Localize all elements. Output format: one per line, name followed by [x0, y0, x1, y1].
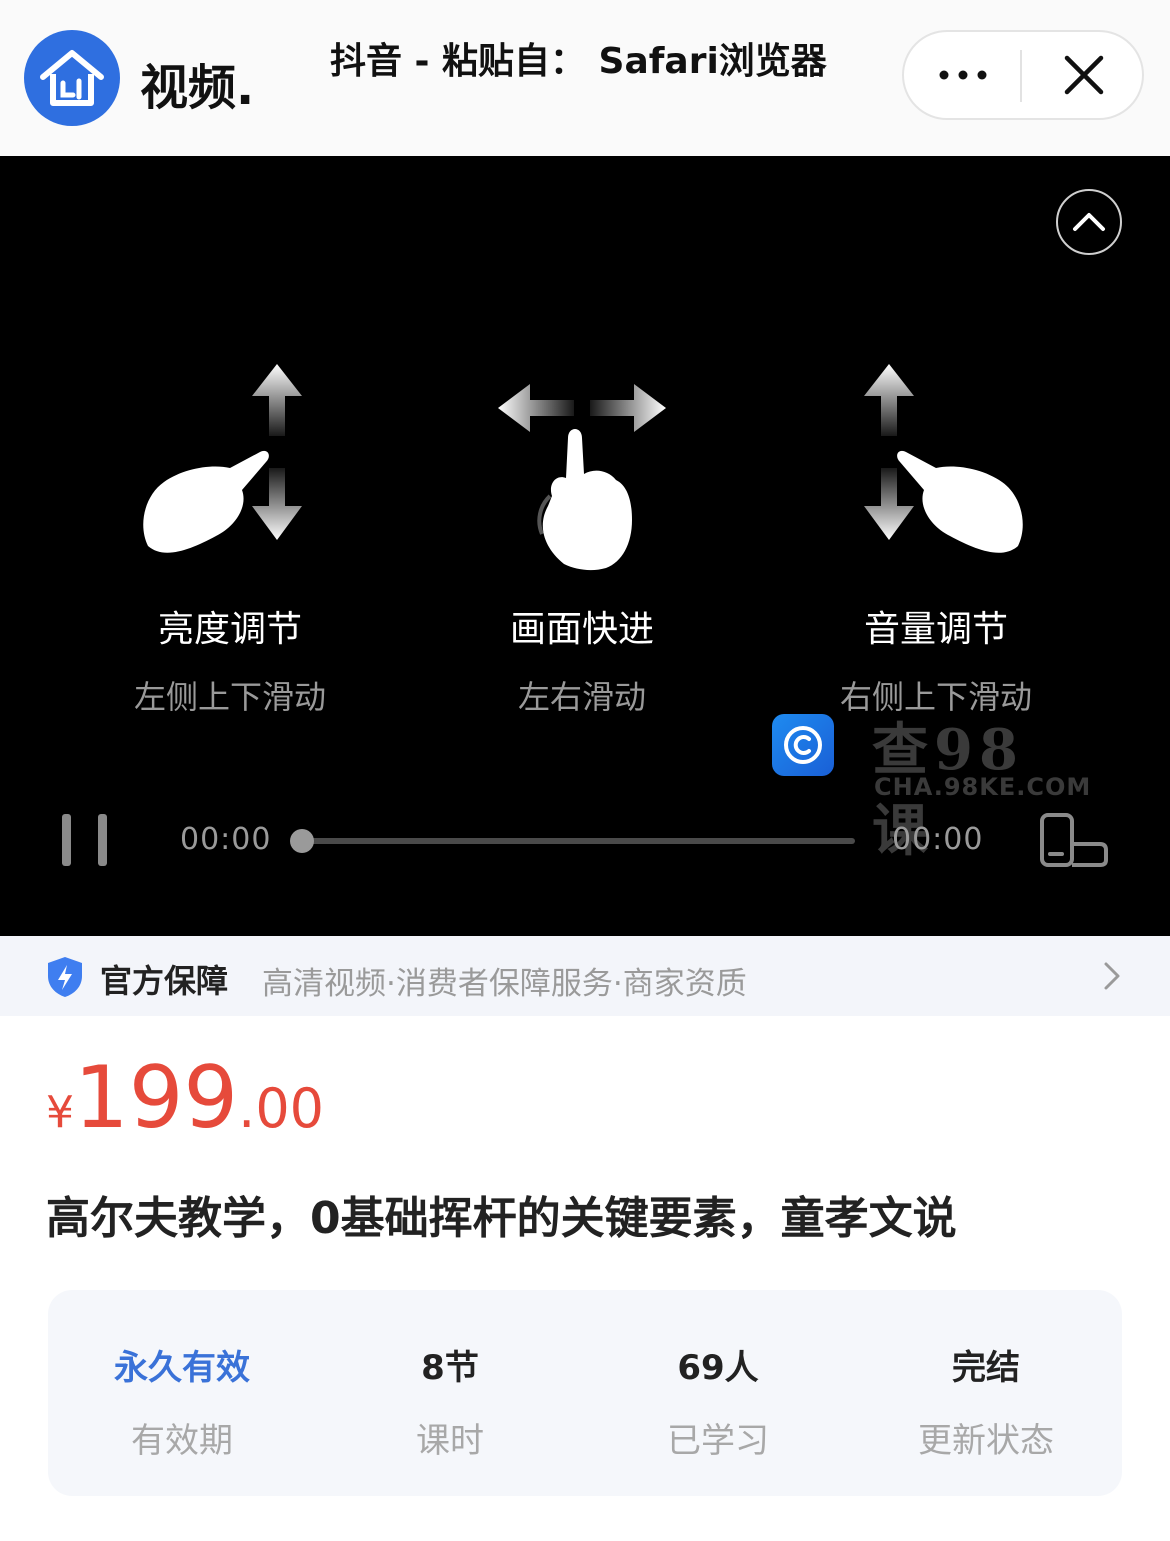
- gesture-title: 画面快进: [509, 609, 654, 650]
- chevron-up-icon: [1073, 213, 1105, 231]
- rotate-screen-icon: [1040, 813, 1108, 867]
- price: ¥199.00: [46, 1048, 324, 1148]
- stat-label: 已学习: [667, 1421, 769, 1461]
- swipe-horizontal-icon: [498, 384, 666, 571]
- watermark-logo-icon: [772, 714, 834, 776]
- pause-button[interactable]: [58, 814, 110, 870]
- gesture-title: 音量调节: [863, 609, 1008, 650]
- gesture-seek: 画面快进 左右滑动: [432, 356, 732, 718]
- more-button[interactable]: [904, 32, 1022, 118]
- top-header: 视频. 抖音 - 粘贴自： Safari浏览器: [0, 0, 1170, 156]
- close-icon: [1064, 55, 1104, 95]
- stat-label: 有效期: [131, 1421, 233, 1461]
- paste-notice: 抖音 - 粘贴自： Safari浏览器: [330, 41, 827, 82]
- capsule-divider: [1020, 50, 1022, 102]
- watermark: 查98课 CHA.98KE.COM: [772, 711, 1090, 864]
- house-logo-icon: [24, 30, 120, 126]
- official-guarantee-bar[interactable]: 官方保障 高清视频·消费者保障服务·商家资质: [0, 936, 1170, 1016]
- gesture-subtitle: 左右滑动: [517, 678, 646, 716]
- stat-label: 课时: [416, 1421, 484, 1461]
- shield-icon: [48, 957, 82, 997]
- close-button[interactable]: [1024, 32, 1144, 118]
- price-integer: 199: [74, 1048, 239, 1148]
- swipe-vertical-right-icon: [864, 364, 1023, 553]
- course-title: 高尔夫教学，0基础挥杆的关键要素，童孝文说: [46, 1193, 957, 1244]
- pause-icon: [98, 814, 107, 866]
- pause-icon: [62, 814, 71, 866]
- chevron-right-icon: [1104, 962, 1120, 990]
- rotate-screen-button[interactable]: [1038, 812, 1110, 870]
- current-time: 00:00: [180, 822, 272, 857]
- collapse-button[interactable]: [1056, 189, 1122, 255]
- total-time: 00:00: [892, 822, 984, 857]
- more-dots-icon: [939, 70, 987, 80]
- stat-learners: 69人 已学习: [584, 1340, 852, 1462]
- watermark-url: CHA.98KE.COM: [874, 773, 1092, 801]
- progress-knob[interactable]: [290, 829, 314, 853]
- gesture-brightness: 亮度调节 左侧上下滑动: [80, 356, 380, 718]
- price-decimal: .00: [238, 1077, 325, 1140]
- player-controls: 00:00 00:00: [0, 806, 1170, 876]
- stat-value: 69人: [677, 1348, 759, 1388]
- gesture-title: 亮度调节: [157, 609, 302, 650]
- price-currency: ¥: [46, 1087, 74, 1138]
- mini-program-capsule: [902, 30, 1144, 120]
- progress-track[interactable]: [293, 838, 855, 844]
- guarantee-items: 高清视频·消费者保障服务·商家资质: [262, 966, 747, 1002]
- stat-value: 8节: [421, 1348, 479, 1388]
- app-name: 视频.: [140, 60, 255, 116]
- stat-label: 更新状态: [918, 1421, 1054, 1461]
- swipe-vertical-left-icon: [143, 364, 302, 553]
- stat-update-status: 完结 更新状态: [852, 1340, 1120, 1462]
- stat-value: 完结: [952, 1348, 1020, 1388]
- video-player[interactable]: 亮度调节 左侧上下滑动 画面快进 左右滑动 音量调节 右侧上下滑动 查98课 C…: [0, 156, 1170, 936]
- course-stats-card: 永久有效 有效期 8节 课时 69人 已学习 完结 更新状态: [48, 1290, 1122, 1496]
- stat-lessons: 8节 课时: [316, 1340, 584, 1462]
- gesture-volume: 音量调节 右侧上下滑动: [786, 356, 1086, 718]
- stat-validity: 永久有效 有效期: [48, 1340, 316, 1462]
- stat-value: 永久有效: [114, 1348, 250, 1388]
- guarantee-label: 官方保障: [100, 962, 229, 1000]
- gesture-subtitle: 左侧上下滑动: [133, 678, 326, 716]
